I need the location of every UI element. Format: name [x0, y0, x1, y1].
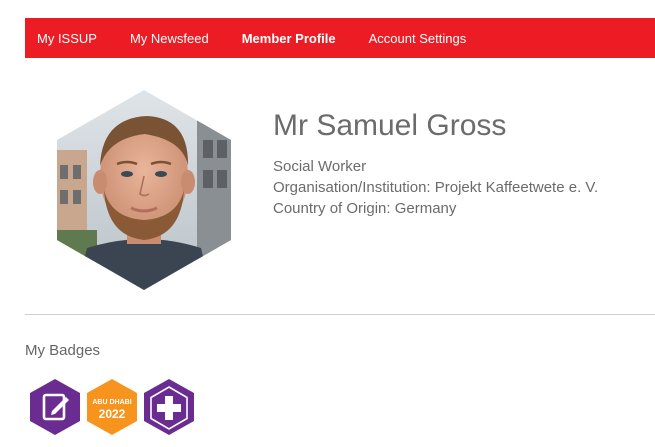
avatar: [57, 90, 231, 290]
main-navbar: My ISSUP My Newsfeed Member Profile Acco…: [25, 18, 655, 58]
badge-plus[interactable]: [143, 378, 195, 436]
profile-country: Country of Origin: Germany: [273, 200, 457, 217]
badge-abu-dhabi-2022[interactable]: ABU DHABI 2022: [86, 378, 138, 436]
profile-name: Mr Samuel Gross: [273, 109, 507, 142]
profile-occupation: Social Worker: [273, 158, 367, 175]
nav-member-profile[interactable]: Member Profile: [242, 31, 336, 46]
edit-note-icon: [30, 379, 80, 435]
profile-details: Mr Samuel Gross Social Worker Organisati…: [273, 108, 598, 219]
section-divider: [25, 314, 655, 315]
nav-my-issup[interactable]: My ISSUP: [37, 31, 97, 46]
profile-organisation: Organisation/Institution: Projekt Kaffee…: [273, 179, 599, 196]
plus-icon: [144, 379, 194, 435]
nav-account-settings[interactable]: Account Settings: [369, 31, 467, 46]
badge-edit[interactable]: [29, 378, 81, 436]
profile-photo: [57, 90, 231, 290]
badges-heading: My Badges: [25, 342, 101, 359]
badge-abu-dhabi-line1: ABU DHABI: [92, 399, 131, 406]
badge-abu-dhabi-line2: 2022: [99, 407, 126, 421]
abu-dhabi-2022-icon: ABU DHABI 2022: [87, 379, 137, 435]
badges-list: ABU DHABI 2022: [29, 378, 195, 436]
nav-my-newsfeed[interactable]: My Newsfeed: [130, 31, 209, 46]
